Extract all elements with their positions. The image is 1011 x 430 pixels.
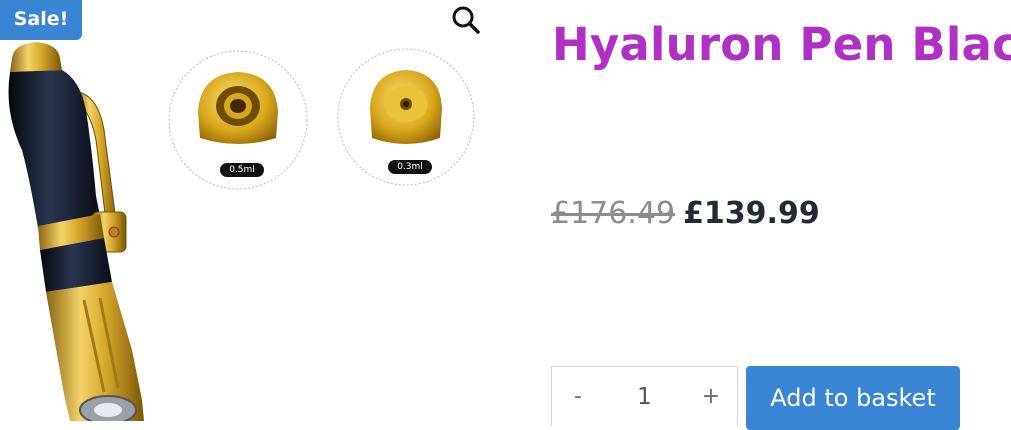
product-image[interactable] — [0, 0, 500, 421]
product-title: Hyaluron Pen Black — [552, 18, 1011, 71]
quantity-stepper[interactable]: - 1 + — [551, 366, 738, 426]
price: £176.49 £139.99 — [551, 196, 820, 231]
increase-quantity-button[interactable]: + — [685, 384, 737, 409]
old-price: £176.49 — [551, 196, 676, 231]
sale-price: £139.99 — [683, 196, 820, 231]
product-gallery: Sale! 0.5ml 0.3ml — [0, 0, 500, 421]
sale-badge: Sale! — [0, 0, 82, 40]
quantity-input[interactable]: 1 — [604, 384, 685, 410]
tip-05ml-label: 0.5ml — [229, 165, 255, 175]
pen-illustration — [8, 42, 144, 421]
magnifier-icon[interactable] — [448, 2, 484, 38]
add-to-basket-button[interactable]: Add to basket — [746, 366, 960, 430]
decrease-quantity-button[interactable]: - — [552, 384, 604, 409]
tip-03ml-label: 0.3ml — [397, 162, 423, 172]
